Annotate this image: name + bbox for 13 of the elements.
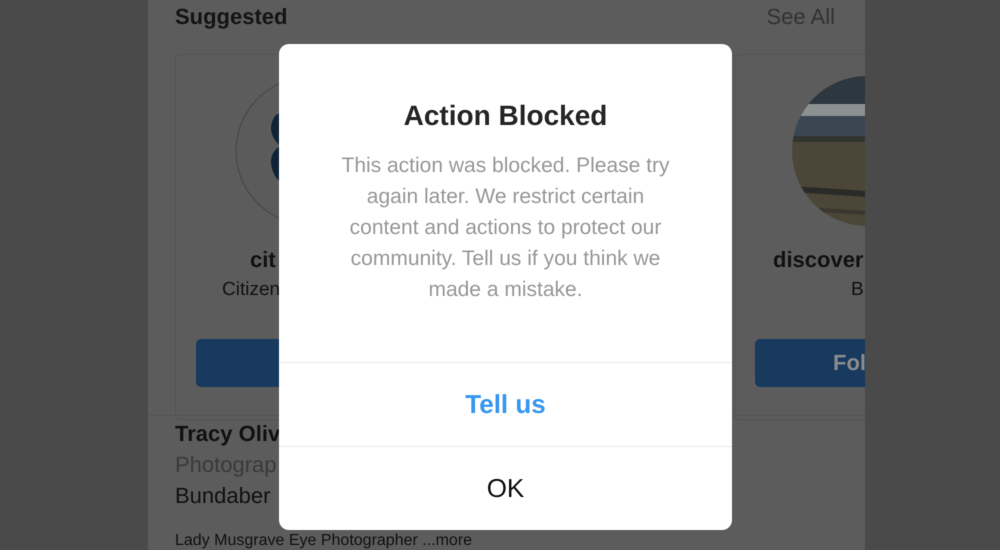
follow-button[interactable]: Fol <box>755 339 865 387</box>
dialog-title: Action Blocked <box>402 99 608 133</box>
ok-button[interactable]: OK <box>279 447 732 530</box>
bio-line: Lady Musgrave Eye Photographer ...more <box>175 532 472 549</box>
account-name: discover <box>773 247 864 272</box>
dialog-message: This action was blocked. Please try again later. We restrict certain content and actions to protect our community. Tell us if you think we made a mistake. <box>340 153 670 303</box>
account-name: cit <box>250 247 276 272</box>
tell-us-button[interactable]: Tell us <box>279 363 732 447</box>
account-subtitle: Citizen <box>222 279 280 300</box>
bio-line: Bundaber <box>175 483 270 508</box>
section-title: Suggested <box>175 4 288 30</box>
account-subtitle: B <box>851 279 864 300</box>
profile-name: Tracy Oliv <box>175 421 280 446</box>
